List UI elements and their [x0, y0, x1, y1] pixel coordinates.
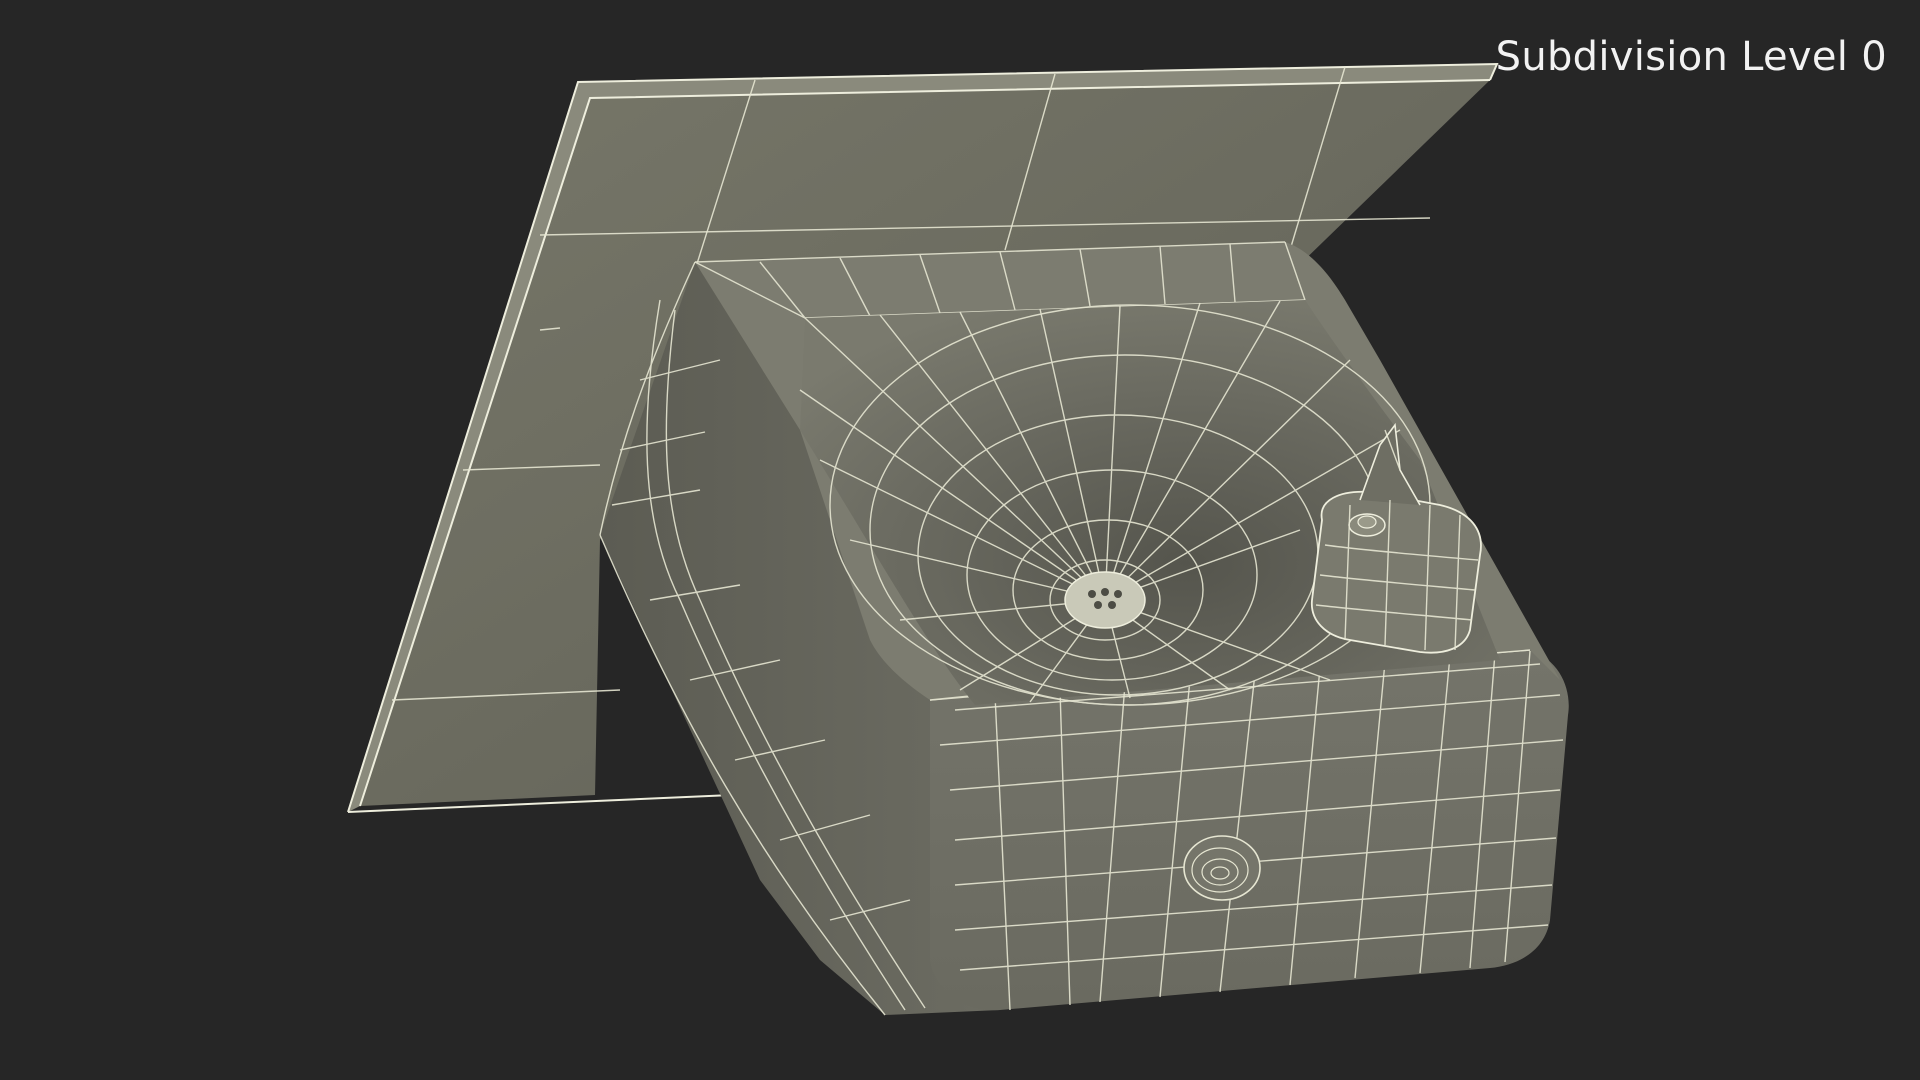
push-button — [1183, 835, 1261, 901]
drinking-fountain-wireframe-render — [347, 62, 1569, 1016]
render-viewport: Subdivision Level 0 — [0, 0, 1920, 1080]
subdivision-level-label: Subdivision Level 0 — [1495, 34, 1887, 80]
drain — [1064, 571, 1146, 629]
